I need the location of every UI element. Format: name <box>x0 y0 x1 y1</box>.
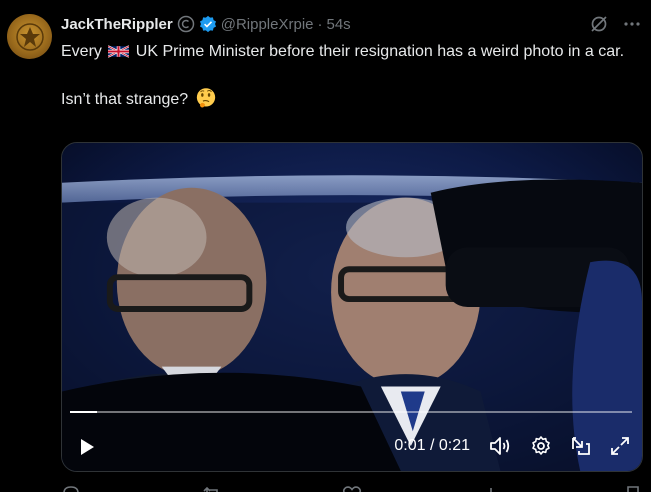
tweet-text: Every UK Prime Minister before their res… <box>61 40 641 111</box>
tweet-top-actions <box>589 14 641 34</box>
thinking-face-icon <box>196 88 215 108</box>
tweet-text-line1: Every UK Prime Minister before their res… <box>61 40 641 63</box>
tweet-text-part1: Every <box>61 43 107 60</box>
tweet-header: JackTheRippler @RippleXrpie · 54s <box>61 14 351 34</box>
play-icon[interactable] <box>78 437 96 462</box>
more-options-icon[interactable] <box>623 15 641 33</box>
views-icon[interactable] <box>483 484 503 492</box>
volume-icon[interactable] <box>488 435 512 457</box>
author-avatar[interactable] <box>7 14 52 59</box>
like-icon[interactable] <box>342 484 362 492</box>
video-time-separator: / <box>425 437 439 454</box>
tweet-text-part2: UK Prime Minister before their resignati… <box>131 43 625 60</box>
picture-in-picture-icon[interactable] <box>570 435 592 457</box>
video-control-icons <box>488 435 630 457</box>
author-name[interactable]: JackTheRippler <box>61 16 173 33</box>
bookmark-share-icon[interactable] <box>623 484 643 492</box>
tweet-timestamp[interactable]: 54s <box>327 16 351 33</box>
settings-gear-icon[interactable] <box>530 435 552 457</box>
copyright-icon <box>177 15 195 33</box>
tweet-text-part3: Isn’t that strange? <box>61 91 193 108</box>
uk-flag-icon <box>108 45 130 58</box>
tweet-text-line2: Isn’t that strange? <box>61 87 641 111</box>
video-progress-bar[interactable] <box>70 411 632 413</box>
grok-icon[interactable] <box>589 14 609 34</box>
fullscreen-icon[interactable] <box>610 436 630 456</box>
video-frame <box>62 143 642 471</box>
video-duration: 0:21 <box>438 437 470 454</box>
video-player[interactable]: 0:01 / 0:21 <box>61 142 643 472</box>
header-separator: · <box>317 15 323 33</box>
video-current-time: 0:01 <box>394 437 426 454</box>
video-progress-fill <box>70 411 97 413</box>
verified-badge-icon[interactable] <box>199 15 217 33</box>
repost-icon[interactable] <box>202 484 222 492</box>
author-handle[interactable]: @RippleXrpie <box>221 16 314 33</box>
reply-icon[interactable] <box>61 484 81 492</box>
video-timecode: 0:01 / 0:21 <box>394 437 470 455</box>
video-controls: 0:01 / 0:21 <box>62 427 642 467</box>
avatar-emblem-icon <box>15 22 44 51</box>
tweet-action-bar <box>61 484 643 492</box>
